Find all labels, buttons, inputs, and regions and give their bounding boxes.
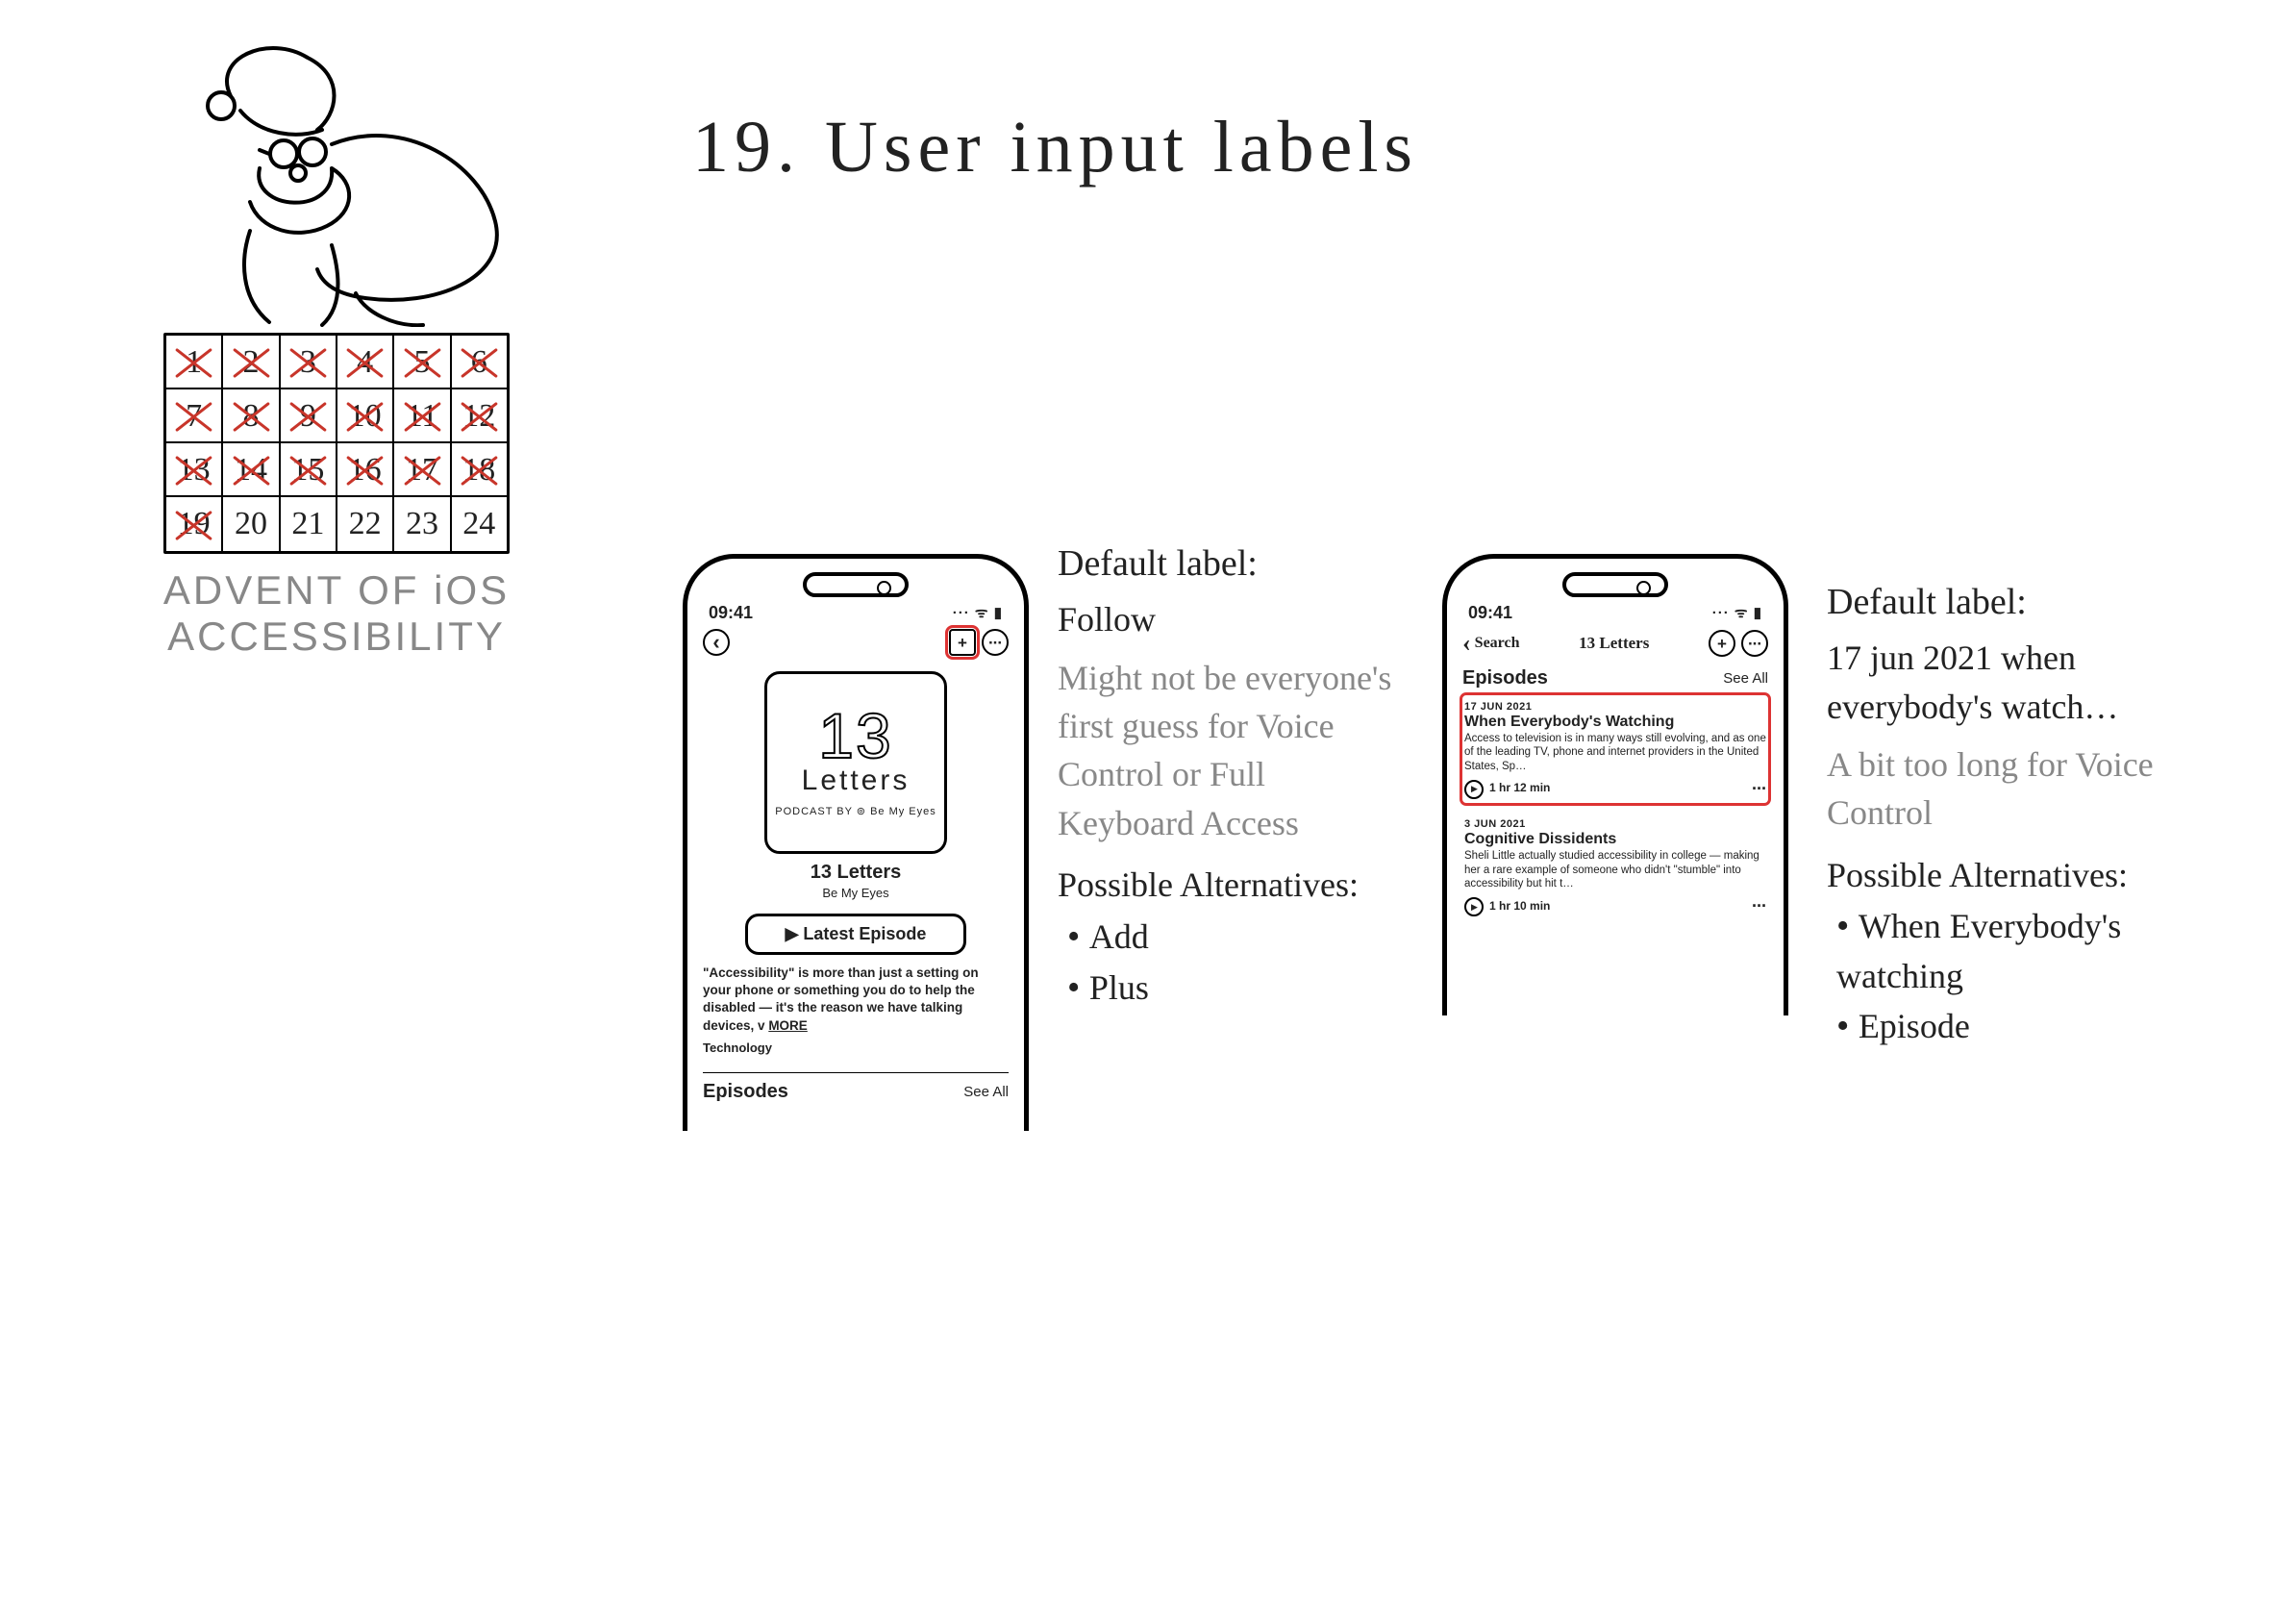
status-indicators: ··· ᯤ ▮ [1712, 603, 1762, 623]
episode-more-icon[interactable]: ··· [1752, 779, 1766, 799]
artwork-byline: PODCAST BY ⊚ Be My Eyes [775, 805, 936, 817]
calendar-day: 20 [223, 497, 280, 551]
status-indicators: ··· ᯤ ▮ [953, 603, 1003, 623]
more-link[interactable]: MORE [768, 1018, 808, 1033]
calendar-day: 5 [394, 336, 451, 389]
nav-title: 13 Letters [1519, 634, 1709, 653]
calendar-day: 4 [337, 336, 394, 389]
calendar-day: 17 [394, 443, 451, 497]
back-button[interactable] [703, 629, 730, 656]
calendar-day: 11 [394, 389, 451, 443]
podcast-description: "Accessibility" is more than just a sett… [703, 965, 1009, 1035]
calendar-day: 9 [281, 389, 337, 443]
notch-icon [1562, 572, 1668, 597]
calendar-day: 13 [166, 443, 223, 497]
advent-calendar: 123456789101112131415161718192021222324 [163, 333, 510, 554]
calendar-day: 12 [452, 389, 507, 443]
calendar-day: 21 [281, 497, 337, 551]
episode-blurb: Sheli Little actually studied accessibil… [1464, 849, 1766, 890]
calendar-day: 1 [166, 336, 223, 389]
phone-mockup-episode-list: 09:41 ··· ᯤ ▮ ‹ Search 13 Letters Episod… [1442, 554, 1788, 1015]
calendar-day: 14 [223, 443, 280, 497]
follow-button[interactable] [1709, 630, 1735, 657]
calendar-day: 23 [394, 497, 451, 551]
follow-button[interactable] [949, 629, 976, 656]
episodes-heading: Episodes [1462, 667, 1548, 689]
episode-row[interactable]: 17 JUN 2021 When Everybody's Watching Ac… [1462, 695, 1768, 803]
advent-caption-2: ACCESSIBILITY [115, 614, 558, 660]
calendar-day: 8 [223, 389, 280, 443]
more-button[interactable] [982, 629, 1009, 656]
calendar-day: 7 [166, 389, 223, 443]
play-icon[interactable] [1464, 897, 1484, 916]
artwork-word: Letters [802, 764, 911, 797]
advent-logo: 123456789101112131415161718192021222324 … [115, 38, 558, 660]
calendar-day: 10 [337, 389, 394, 443]
see-all-link[interactable]: See All [963, 1084, 1009, 1100]
podcast-category[interactable]: Technology [703, 1040, 1009, 1055]
episode-row[interactable]: 3 JUN 2021 Cognitive Dissidents Sheli Li… [1462, 813, 1768, 920]
back-button[interactable]: ‹ Search [1462, 629, 1519, 658]
episode-duration: 1 hr 10 min [1489, 899, 1550, 913]
episode-date: 17 JUN 2021 [1464, 701, 1766, 713]
calendar-day: 24 [452, 497, 507, 551]
page-title: 19. User input labels [692, 106, 1418, 189]
calendar-day: 6 [452, 336, 507, 389]
calendar-day: 16 [337, 443, 394, 497]
calendar-day: 18 [452, 443, 507, 497]
santa-icon [115, 38, 558, 327]
annotation-follow: Default label: Follow Might not be every… [1058, 539, 1404, 1014]
artwork-number: 13 [818, 708, 892, 764]
calendar-day: 19 [166, 497, 223, 551]
calendar-day: 15 [281, 443, 337, 497]
podcast-author[interactable]: Be My Eyes [703, 886, 1009, 900]
episode-date: 3 JUN 2021 [1464, 818, 1766, 830]
annotation-episode: Default label: 17 jun 2021 when everybod… [1827, 577, 2240, 1052]
episode-title: Cognitive Dissidents [1464, 831, 1766, 848]
phone-mockup-show-page: 09:41 ··· ᯤ ▮ 13 Letters PODCAST BY ⊚ Be… [683, 554, 1029, 1131]
podcast-artwork: 13 Letters PODCAST BY ⊚ Be My Eyes [764, 671, 947, 854]
calendar-day: 2 [223, 336, 280, 389]
podcast-title: 13 Letters [703, 862, 1009, 884]
episode-blurb: Access to television is in many ways sti… [1464, 732, 1766, 773]
calendar-day: 3 [281, 336, 337, 389]
calendar-day: 22 [337, 497, 394, 551]
advent-caption-1: ADVENT OF iOS [115, 567, 558, 614]
status-time: 09:41 [709, 603, 753, 623]
latest-episode-button[interactable]: ▶ Latest Episode [745, 914, 966, 955]
episode-duration: 1 hr 12 min [1489, 781, 1550, 794]
more-button[interactable] [1741, 630, 1768, 657]
episode-more-icon[interactable]: ··· [1752, 896, 1766, 916]
status-time: 09:41 [1468, 603, 1512, 623]
episode-title: When Everybody's Watching [1464, 714, 1766, 731]
episodes-heading: Episodes [703, 1081, 788, 1103]
see-all-link[interactable]: See All [1723, 670, 1768, 687]
notch-icon [803, 572, 909, 597]
play-icon[interactable] [1464, 780, 1484, 799]
